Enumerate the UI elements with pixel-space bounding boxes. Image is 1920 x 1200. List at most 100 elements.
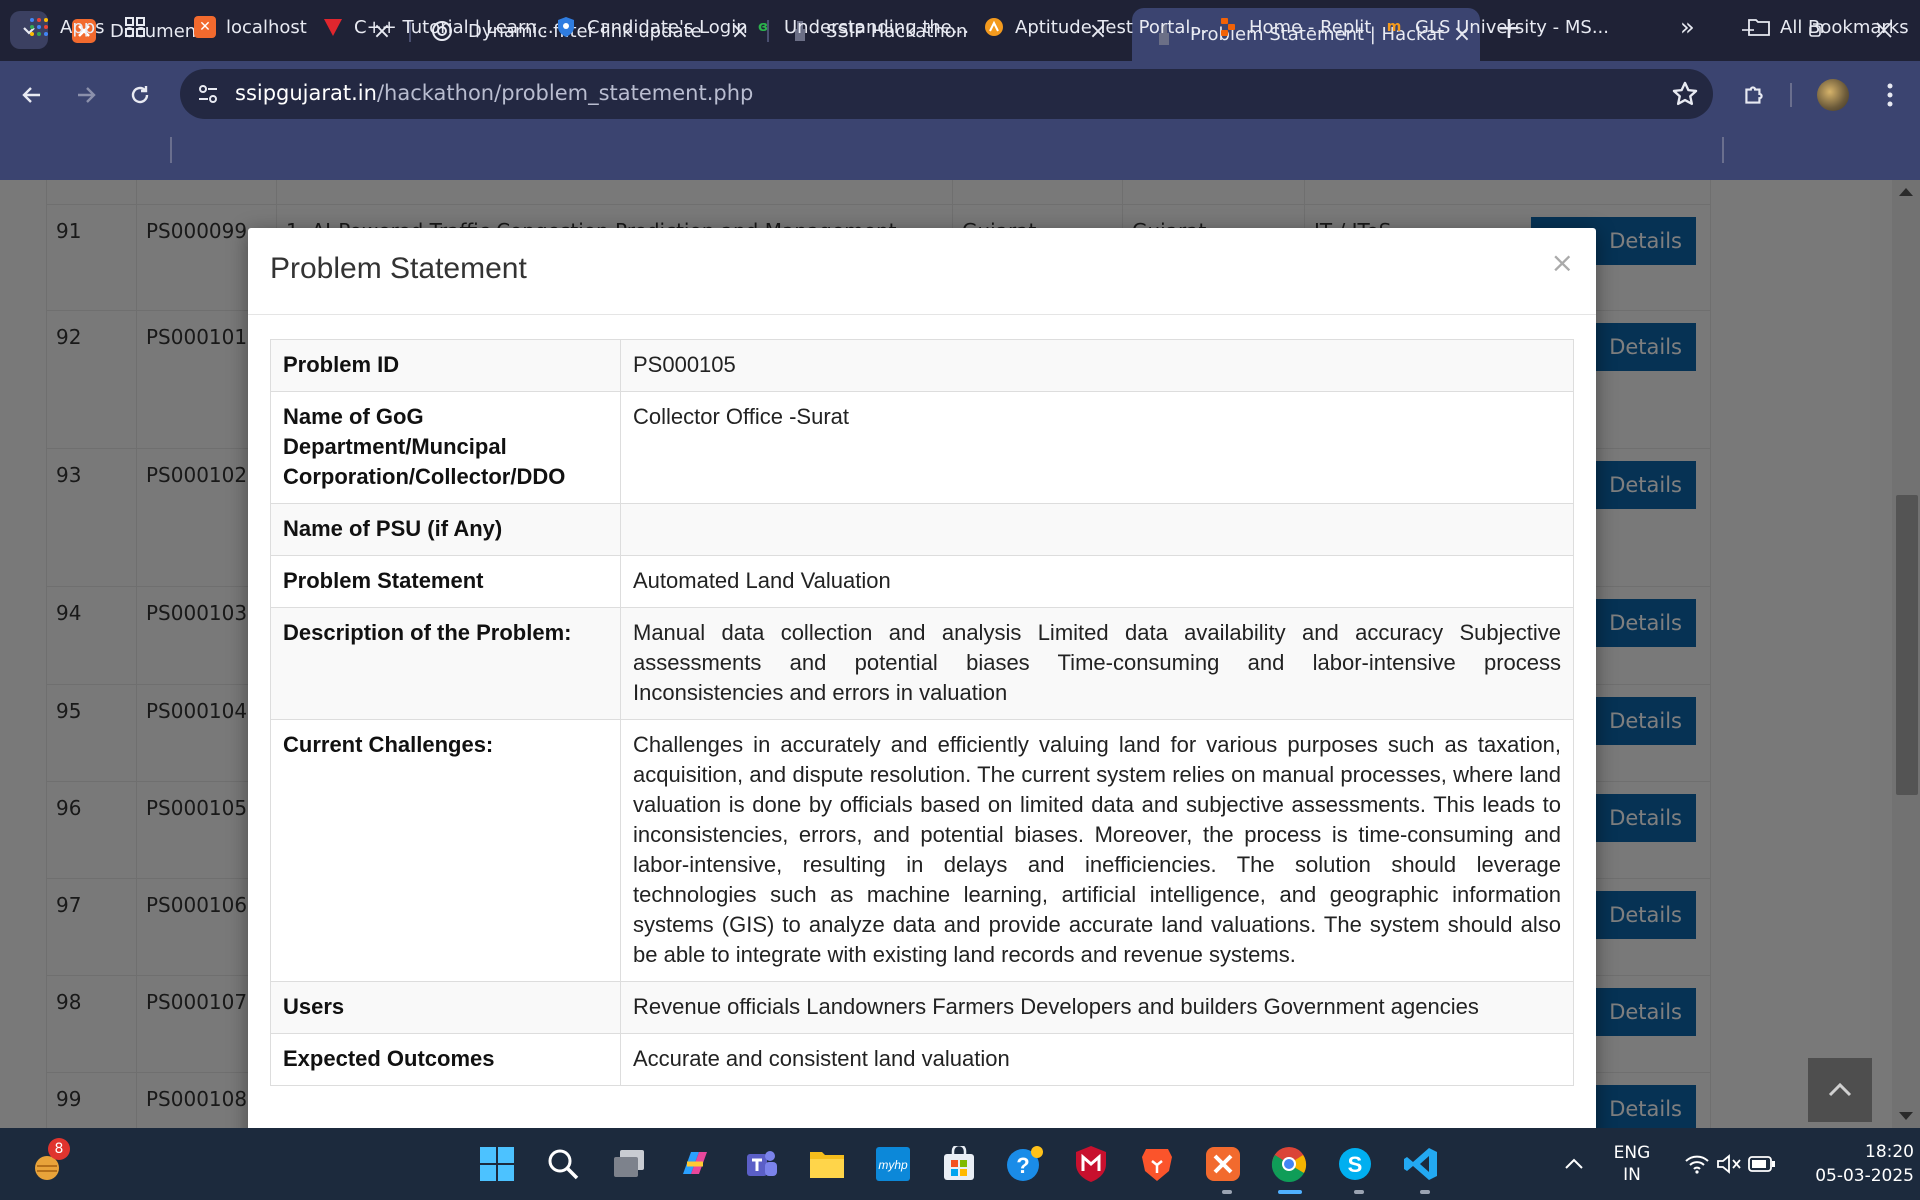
task-view-button[interactable] [609, 1144, 649, 1184]
table-row: Users Revenue officials Landowners Farme… [270, 981, 1574, 1034]
forward-button[interactable] [66, 75, 106, 115]
field-value: Revenue officials Landowners Farmers Dev… [620, 981, 1574, 1034]
mcafee-shield-icon [1076, 1146, 1106, 1182]
file-explorer-button[interactable] [807, 1144, 847, 1184]
modal-close-button[interactable]: × [1551, 246, 1574, 279]
shield-icon [555, 16, 577, 38]
more-vertical-icon [1887, 83, 1893, 107]
wifi-icon [1685, 1155, 1709, 1174]
all-bookmarks-button[interactable]: All Bookmarks [1748, 12, 1909, 42]
folder-icon [1748, 16, 1770, 38]
bookmarks-separator [1722, 137, 1724, 163]
battery-icon [1748, 1156, 1775, 1172]
xampp-icon: ✕ [194, 16, 216, 38]
brave-icon [1142, 1149, 1172, 1181]
problem-statement-modal: Problem Statement × Problem ID PS000105 … [248, 228, 1596, 1128]
xampp-icon [1206, 1147, 1240, 1181]
table-row: Problem Statement Automated Land Valuati… [270, 555, 1574, 608]
field-value: Accurate and consistent land valuation [620, 1033, 1574, 1086]
bookmark-star-icon[interactable] [1671, 80, 1699, 108]
show-hidden-icons-button[interactable] [1556, 1144, 1592, 1184]
bookmark-replit[interactable]: Home - Replit [1217, 12, 1371, 42]
widgets-button[interactable]: 8 [26, 1138, 72, 1184]
moodle-icon: m [1386, 19, 1402, 35]
microsoft-store-button[interactable] [939, 1144, 979, 1184]
bookmark-understanding[interactable]: ɞ Understanding the... [752, 12, 969, 42]
tab-groups-button[interactable] [124, 12, 146, 42]
running-indicator [1222, 1190, 1232, 1194]
vscode-button[interactable] [1401, 1144, 1441, 1184]
windows-logo-icon [480, 1147, 514, 1181]
xampp-button[interactable] [1203, 1144, 1243, 1184]
bookmark-label: GLS University - MS... [1415, 16, 1609, 38]
bookmarks-overflow-button[interactable]: » [1680, 12, 1695, 42]
bookmark-label: All Bookmarks [1780, 16, 1909, 38]
brave-button[interactable] [1137, 1144, 1177, 1184]
region-code: IN [1623, 1165, 1641, 1185]
skype-button[interactable]: S [1335, 1144, 1375, 1184]
reload-button[interactable] [120, 75, 160, 115]
clock-date: 05-03-2025 [1815, 1166, 1914, 1186]
svg-text:S: S [1348, 1152, 1363, 1177]
search-button[interactable] [543, 1144, 583, 1184]
field-label: Users [270, 981, 621, 1034]
extensions-button[interactable] [1734, 75, 1774, 115]
field-value: Collector Office -Surat [620, 391, 1574, 504]
bookmark-label: Candidate's Login [587, 16, 748, 38]
quick-settings-button[interactable] [1670, 1144, 1790, 1184]
teams-button[interactable] [741, 1144, 781, 1184]
table-row: Problem ID PS000105 [270, 339, 1574, 392]
language-code: ENG [1613, 1143, 1651, 1163]
task-view-icon [614, 1150, 644, 1177]
scroll-to-top-button[interactable] [1808, 1058, 1872, 1122]
bookmark-gls-university[interactable]: m GLS University - MS... [1383, 12, 1609, 42]
teams-icon [747, 1151, 777, 1176]
mcafee-button[interactable] [1071, 1144, 1111, 1184]
gfg-icon: ɞ [757, 19, 769, 35]
clock-time: 18:20 [1865, 1142, 1914, 1162]
table-row: Current Challenges: Challenges in accura… [270, 719, 1574, 982]
field-value [620, 503, 1574, 556]
copilot-button[interactable] [675, 1144, 715, 1184]
language-indicator[interactable]: ENG IN [1606, 1142, 1658, 1186]
bookmark-label: C++ Tutorial | Learn... [354, 16, 554, 38]
copilot-icon [683, 1152, 707, 1174]
site-info-icon[interactable] [196, 82, 220, 106]
url-domain: ssipgujarat.in [235, 81, 377, 105]
bookmark-localhost[interactable]: ✕ localhost [194, 12, 307, 42]
chrome-button[interactable] [1269, 1144, 1309, 1184]
field-value: Manual data collection and analysis Limi… [620, 607, 1574, 720]
puzzle-icon [1745, 86, 1763, 104]
store-icon [944, 1146, 974, 1180]
profile-avatar[interactable] [1817, 79, 1849, 111]
help-button[interactable]: ? [1005, 1144, 1045, 1184]
table-row: Description of the Problem: Manual data … [270, 607, 1574, 720]
toolbar-separator [1790, 83, 1792, 107]
field-value: Automated Land Valuation [620, 555, 1574, 608]
problem-details-table: Problem ID PS000105 Name of GoG Departme… [270, 339, 1574, 1086]
start-button[interactable] [477, 1144, 517, 1184]
menu-button[interactable] [1870, 75, 1910, 115]
bookmark-label: localhost [226, 16, 307, 38]
bookmarks-separator [170, 137, 172, 163]
table-row: Name of PSU (if Any) [270, 503, 1574, 556]
svg-text:?: ? [1016, 1153, 1029, 1178]
svg-text:myhp: myhp [878, 1158, 908, 1172]
field-label: Expected Outcomes [270, 1033, 621, 1086]
back-button[interactable] [12, 75, 52, 115]
bookmark-candidates-login[interactable]: Candidate's Login [555, 12, 748, 42]
arrow-left-icon [22, 87, 40, 103]
bookmark-label: Aptitude Test Portal... [1015, 16, 1208, 38]
bookmark-apps[interactable]: Apps [28, 12, 105, 42]
field-value: PS000105 [620, 339, 1574, 392]
bookmark-aptitude[interactable]: Aptitude Test Portal... [983, 12, 1208, 42]
bookmark-label: Understanding the... [784, 16, 970, 38]
bookmark-cpp-tutorial[interactable]: C++ Tutorial | Learn... [322, 12, 554, 42]
vscode-icon [1404, 1148, 1437, 1180]
address-bar[interactable]: ssipgujarat.in/hackathon/problem_stateme… [180, 69, 1713, 119]
clock[interactable]: 18:20 05-03-2025 [1796, 1140, 1914, 1188]
modal-header: Problem Statement × [248, 228, 1596, 315]
myhp-button[interactable]: myhp [873, 1144, 913, 1184]
url-text[interactable]: ssipgujarat.in/hackathon/problem_stateme… [235, 81, 753, 105]
field-label: Name of GoG Department/Muncipal Corporat… [270, 391, 621, 504]
